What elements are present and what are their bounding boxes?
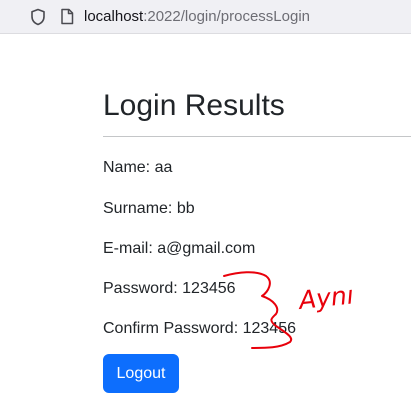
handwritten-annotation: Aynı [223, 271, 355, 349]
logout-button[interactable]: Logout [103, 354, 179, 393]
browser-address-bar: localhost:2022/login/processLogin [0, 0, 411, 34]
shield-icon[interactable] [30, 8, 46, 26]
page-title: Login Results [103, 89, 285, 122]
title-divider [103, 136, 411, 137]
email-field: E-mail: a@gmail.com [103, 240, 256, 257]
password-field: Password: 123456 [103, 280, 236, 297]
surname-field: Surname: bb [103, 200, 195, 217]
url-path: :2022/login/processLogin [143, 8, 310, 25]
annotation-text: Aynı [296, 280, 355, 315]
confirm-password-field: Confirm Password: 123456 [103, 320, 296, 337]
page-icon[interactable] [60, 8, 74, 25]
url-field[interactable]: localhost:2022/login/processLogin [84, 7, 310, 27]
url-host: localhost [84, 8, 144, 25]
name-field: Name: aa [103, 159, 173, 176]
